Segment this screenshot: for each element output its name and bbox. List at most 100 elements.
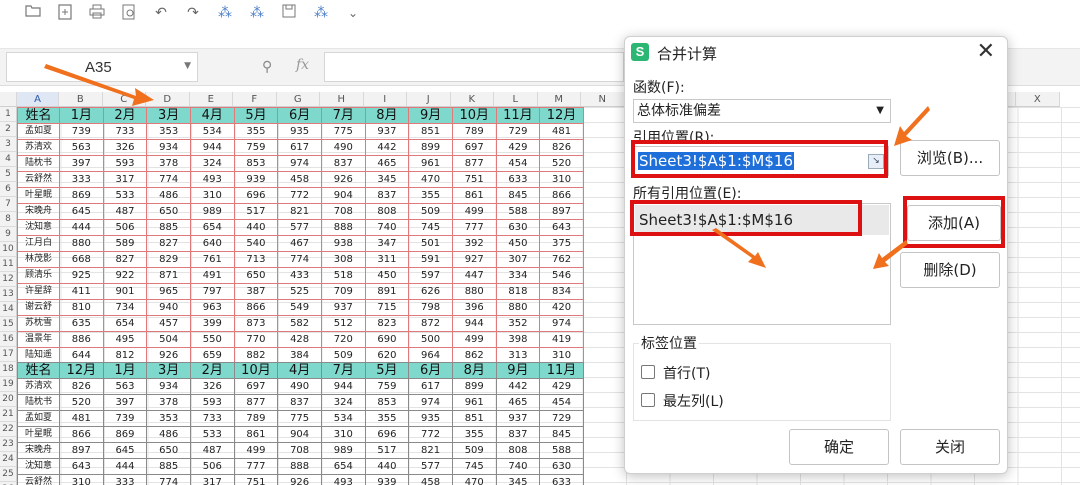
cell[interactable]: 654 <box>102 315 148 332</box>
cell[interactable]: 333 <box>59 171 104 188</box>
tree-icon[interactable]: ⁂ <box>312 4 330 22</box>
cell[interactable]: 888 <box>320 219 366 236</box>
cell[interactable]: 770 <box>233 331 279 348</box>
cell[interactable]: 775 <box>320 123 366 140</box>
row-header[interactable]: 10 <box>0 242 17 257</box>
print-icon[interactable] <box>88 4 106 22</box>
cell[interactable]: 733 <box>102 123 148 140</box>
header-cell[interactable]: 9月 <box>408 107 453 124</box>
row-header[interactable]: 15 <box>0 317 17 332</box>
cell[interactable]: 668 <box>59 251 104 268</box>
cell[interactable]: 774 <box>146 474 191 485</box>
ok-button[interactable]: 确定 <box>789 429 889 465</box>
cell[interactable]: 429 <box>539 378 584 395</box>
cell[interactable]: 317 <box>102 171 148 188</box>
cell[interactable]: 444 <box>102 458 148 475</box>
cell[interactable]: 588 <box>539 442 584 459</box>
header-cell[interactable]: 2月 <box>102 107 148 124</box>
cell[interactable]: 501 <box>408 235 453 252</box>
cell[interactable]: 697 <box>451 139 497 156</box>
cell[interactable]: 310 <box>189 187 235 204</box>
column-header[interactable]: H <box>320 92 364 107</box>
cell[interactable]: 751 <box>451 171 497 188</box>
cell[interactable]: 827 <box>102 251 148 268</box>
cell[interactable]: 989 <box>320 442 366 459</box>
cell[interactable]: 901 <box>102 283 148 300</box>
cell[interactable]: 450 <box>364 267 410 284</box>
row-header[interactable]: 22 <box>0 422 17 437</box>
open-folder-icon[interactable] <box>24 4 42 22</box>
cell[interactable]: 871 <box>146 267 191 284</box>
column-header[interactable]: N <box>581 92 625 107</box>
cell[interactable]: 310 <box>320 426 366 443</box>
save-icon[interactable] <box>280 4 298 22</box>
cell[interactable]: 397 <box>102 394 148 411</box>
cell[interactable]: 487 <box>102 203 148 220</box>
row-header[interactable]: 20 <box>0 392 17 407</box>
cell[interactable]: 450 <box>495 235 541 252</box>
cell[interactable]: 582 <box>277 315 322 332</box>
cell[interactable]: 577 <box>408 458 453 475</box>
cell[interactable]: 974 <box>277 155 322 172</box>
cell[interactable]: 533 <box>189 426 235 443</box>
header-cell[interactable]: 2月 <box>189 362 235 379</box>
cell[interactable]: 陆枕书 <box>17 394 60 411</box>
cell[interactable]: 635 <box>59 315 104 332</box>
cell[interactable]: 470 <box>451 474 497 485</box>
cell[interactable]: 713 <box>233 251 279 268</box>
cell[interactable]: 375 <box>539 235 584 252</box>
cell[interactable]: 645 <box>102 442 148 459</box>
cell[interactable]: 926 <box>320 171 366 188</box>
cell[interactable]: 740 <box>364 219 410 236</box>
cell[interactable]: 520 <box>539 155 584 172</box>
column-header[interactable]: J <box>407 92 451 107</box>
undo-icon[interactable]: ↶ <box>152 4 170 22</box>
cell[interactable]: 821 <box>408 442 453 459</box>
cell[interactable]: 880 <box>59 235 104 252</box>
cell[interactable]: 837 <box>277 394 322 411</box>
cell[interactable]: 518 <box>320 267 366 284</box>
cell[interactable]: 宋晚舟 <box>17 203 60 220</box>
cell[interactable]: 845 <box>539 426 584 443</box>
cell[interactable]: 504 <box>146 331 191 348</box>
header-cell[interactable]: 10月 <box>233 362 279 379</box>
cell[interactable]: 866 <box>539 187 584 204</box>
cell[interactable]: 486 <box>146 187 191 204</box>
cell[interactable]: 355 <box>233 123 279 140</box>
header-cell[interactable]: 8月 <box>451 362 497 379</box>
row-header[interactable]: 6 <box>0 182 17 197</box>
chevron-down-icon[interactable]: ▼ <box>184 61 191 71</box>
cell[interactable]: 740 <box>495 458 541 475</box>
cell[interactable]: 708 <box>320 203 366 220</box>
cell[interactable]: 745 <box>408 219 453 236</box>
cell[interactable]: 温景年 <box>17 331 60 348</box>
cell[interactable]: 826 <box>59 378 104 395</box>
cell[interactable]: 陆枕书 <box>17 155 60 172</box>
cell[interactable]: 897 <box>539 203 584 220</box>
cell[interactable]: 353 <box>146 123 191 140</box>
cell[interactable]: 491 <box>189 267 235 284</box>
header-cell[interactable]: 姓名 <box>17 107 60 124</box>
cell[interactable]: 苏清欢 <box>17 139 60 156</box>
export-icon[interactable] <box>56 4 74 22</box>
cell[interactable]: 885 <box>146 458 191 475</box>
cell[interactable]: 308 <box>320 251 366 268</box>
more-icon[interactable]: ⌄ <box>344 4 362 22</box>
cell[interactable]: 334 <box>495 267 541 284</box>
cell[interactable]: 837 <box>320 155 366 172</box>
cell[interactable]: 762 <box>539 251 584 268</box>
cell[interactable]: 苏清欢 <box>17 378 60 395</box>
cell[interactable]: 577 <box>277 219 322 236</box>
column-header[interactable]: L <box>494 92 538 107</box>
row-header[interactable]: 2 <box>0 122 17 137</box>
cell[interactable]: 411 <box>59 283 104 300</box>
cell[interactable]: 506 <box>189 458 235 475</box>
cell[interactable]: 837 <box>364 187 410 204</box>
header-cell[interactable]: 11月 <box>495 107 541 124</box>
cell[interactable]: 974 <box>539 315 584 332</box>
row-header[interactable]: 23 <box>0 437 17 452</box>
tree-icon[interactable]: ⁂ <box>216 4 234 22</box>
cell[interactable]: 486 <box>146 426 191 443</box>
cell[interactable]: 944 <box>189 139 235 156</box>
cell[interactable]: 550 <box>189 331 235 348</box>
